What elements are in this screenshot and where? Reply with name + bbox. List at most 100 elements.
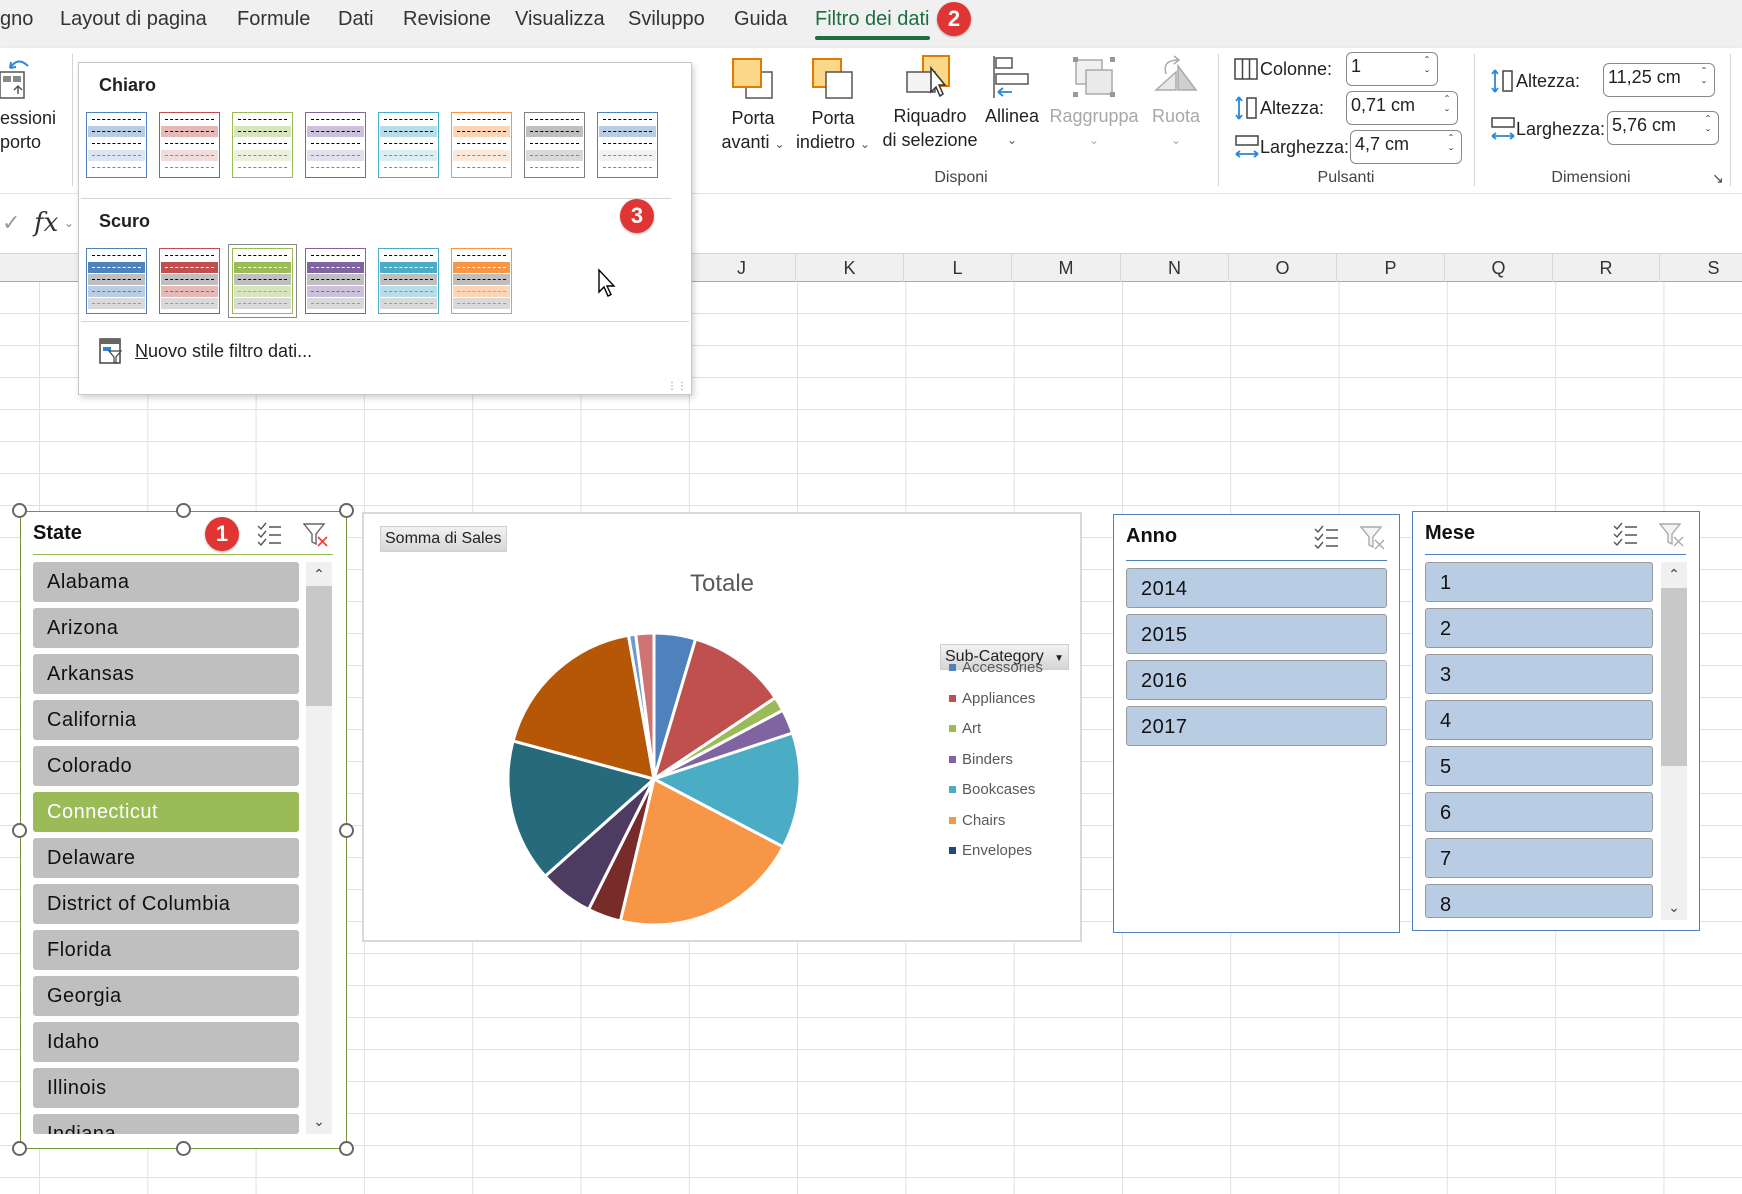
- spin-arrows-icon[interactable]: ˆˇ: [1449, 132, 1453, 160]
- resize-handle[interactable]: [339, 1141, 354, 1156]
- slicer-item[interactable]: Alabama: [33, 562, 299, 602]
- slicer-style-dark-4[interactable]: [305, 248, 366, 314]
- resize-handle[interactable]: [176, 1141, 191, 1156]
- resize-handle[interactable]: [12, 1141, 27, 1156]
- legend-entry[interactable]: Chairs: [949, 812, 1005, 829]
- slicer-item[interactable]: Georgia: [33, 976, 299, 1016]
- slicer-item[interactable]: Idaho: [33, 1022, 299, 1062]
- altezza-dimensioni-spinner[interactable]: 11,25 cm ˆˇ: [1603, 63, 1715, 97]
- larghezza-dimensioni-spinner[interactable]: 5,76 cm ˆˇ: [1607, 111, 1719, 145]
- column-header[interactable]: K: [796, 254, 904, 282]
- legend-entry[interactable]: Art: [949, 720, 981, 737]
- slicer-item[interactable]: Arkansas: [33, 654, 299, 694]
- slicer-item[interactable]: 7: [1425, 838, 1653, 878]
- column-header[interactable]: L: [904, 254, 1012, 282]
- column-header[interactable]: M: [1012, 254, 1121, 282]
- slicer-item[interactable]: Illinois: [33, 1068, 299, 1108]
- mese-scrollbar[interactable]: ⌃ ⌄: [1661, 562, 1687, 920]
- slicer-style-light-8[interactable]: [597, 112, 658, 178]
- spin-arrows-icon[interactable]: ˆˇ: [1445, 93, 1449, 121]
- allinea-button[interactable]: Allinea ⌄: [982, 54, 1042, 152]
- porta-indietro-button[interactable]: Porta indietro ⌄: [793, 56, 873, 156]
- chevron-down-icon[interactable]: ⌄: [64, 216, 74, 230]
- dialog-launcher-icon[interactable]: ↘: [1712, 170, 1724, 187]
- larghezza-pulsanti-spinner[interactable]: 4,7 cm ˆˇ: [1350, 130, 1462, 164]
- column-header[interactable]: O: [1229, 254, 1337, 282]
- anno-slicer[interactable]: Anno 2014 2015 2016 2017: [1113, 514, 1400, 933]
- slicer-style-dark-2[interactable]: [159, 248, 220, 314]
- scroll-up-icon[interactable]: ⌃: [1661, 566, 1687, 583]
- state-slicer[interactable]: State Alabama Arizona Arkansas California Co…: [20, 511, 347, 1149]
- slicer-item[interactable]: 8: [1425, 884, 1653, 918]
- resize-handle[interactable]: [176, 503, 191, 518]
- spin-arrows-icon[interactable]: ˆˇ: [1425, 54, 1429, 82]
- scroll-down-icon[interactable]: ⌄: [1661, 899, 1687, 916]
- slicer-style-light-5[interactable]: [378, 112, 439, 178]
- slicer-item[interactable]: 2014: [1126, 568, 1387, 608]
- slicer-item[interactable]: 6: [1425, 792, 1653, 832]
- slicer-item[interactable]: Indiana: [33, 1114, 299, 1134]
- tab-visualizza[interactable]: Visualizza: [515, 8, 605, 31]
- slicer-item[interactable]: Arizona: [33, 608, 299, 648]
- resize-grip-icon[interactable]: ⋮⋮: [667, 381, 687, 392]
- connessioni-report-button[interactable]: essioni porto: [0, 56, 58, 154]
- value-field-button[interactable]: Somma di Sales: [380, 526, 507, 552]
- column-header[interactable]: R: [1553, 254, 1660, 282]
- tab-revisione[interactable]: Revisione: [403, 8, 491, 31]
- slicer-item[interactable]: District of Columbia: [33, 884, 299, 924]
- resize-handle[interactable]: [12, 823, 27, 838]
- slicer-item[interactable]: 4: [1425, 700, 1653, 740]
- slicer-style-dark-5[interactable]: [378, 248, 439, 314]
- slicer-style-light-6[interactable]: [451, 112, 512, 178]
- ruota-button[interactable]: Ruota ⌄: [1144, 54, 1208, 152]
- slicer-item[interactable]: Delaware: [33, 838, 299, 878]
- slicer-item[interactable]: Florida: [33, 930, 299, 970]
- clear-filter-icon[interactable]: [1658, 522, 1687, 548]
- slicer-style-light-3[interactable]: [232, 112, 293, 178]
- column-header[interactable]: S: [1660, 254, 1742, 282]
- slicer-item[interactable]: Colorado: [33, 746, 299, 786]
- legend-entry[interactable]: Bookcases: [949, 781, 1035, 798]
- tab-guida[interactable]: Guida: [734, 8, 787, 31]
- slicer-item[interactable]: 2: [1425, 608, 1653, 648]
- tab-formule[interactable]: Formule: [237, 8, 310, 31]
- slicer-item[interactable]: 5: [1425, 746, 1653, 786]
- column-header[interactable]: N: [1121, 254, 1229, 282]
- slicer-style-dark-1[interactable]: [86, 248, 147, 314]
- pivot-pie-chart[interactable]: Somma di Sales Totale Sub-Category ▼ Acc…: [362, 512, 1082, 942]
- porta-avanti-button[interactable]: Porta avanti ⌄: [720, 56, 786, 156]
- legend-entry[interactable]: Envelopes: [949, 842, 1032, 859]
- clear-filter-icon[interactable]: [302, 522, 331, 548]
- tab-filtro-dei-dati[interactable]: Filtro dei dati: [815, 8, 930, 40]
- enter-check-icon[interactable]: ✓: [2, 210, 20, 236]
- slicer-item[interactable]: 2015: [1126, 614, 1387, 654]
- clear-filter-icon[interactable]: [1359, 525, 1388, 551]
- insert-function-icon[interactable]: fx: [34, 208, 58, 238]
- spin-arrows-icon[interactable]: ˆˇ: [1702, 65, 1706, 93]
- tab-layout-di-pagina[interactable]: Layout di pagina: [60, 8, 207, 31]
- colonne-spinner[interactable]: 1 ˆˇ: [1346, 52, 1438, 86]
- column-header[interactable]: J: [688, 254, 796, 282]
- slicer-style-dark-6[interactable]: [451, 248, 512, 314]
- mese-slicer[interactable]: Mese 1 2 3 4 5 6 7 8 ⌃ ⌄: [1412, 511, 1700, 931]
- legend-entry[interactable]: Appliances: [949, 690, 1035, 707]
- state-scrollbar[interactable]: ⌃ ⌄: [306, 562, 332, 1134]
- tab-disegno[interactable]: gno: [0, 8, 33, 31]
- slicer-style-light-1[interactable]: [86, 112, 147, 178]
- slicer-item[interactable]: 2017: [1126, 706, 1387, 746]
- legend-entry[interactable]: Accessories: [949, 659, 1043, 676]
- slicer-item[interactable]: California: [33, 700, 299, 740]
- slicer-item[interactable]: 1: [1425, 562, 1653, 602]
- slicer-style-light-2[interactable]: [159, 112, 220, 178]
- multi-select-icon[interactable]: [256, 522, 284, 548]
- column-header[interactable]: Q: [1445, 254, 1553, 282]
- multi-select-icon[interactable]: [1612, 522, 1640, 548]
- tab-sviluppo[interactable]: Sviluppo: [628, 8, 705, 31]
- scroll-up-icon[interactable]: ⌃: [306, 566, 332, 583]
- scroll-thumb[interactable]: [1661, 588, 1687, 766]
- resize-handle[interactable]: [12, 503, 27, 518]
- slicer-style-light-4[interactable]: [305, 112, 366, 178]
- spin-arrows-icon[interactable]: ˆˇ: [1706, 113, 1710, 141]
- slicer-item[interactable]: 3: [1425, 654, 1653, 694]
- slicer-item[interactable]: Connecticut: [33, 792, 299, 832]
